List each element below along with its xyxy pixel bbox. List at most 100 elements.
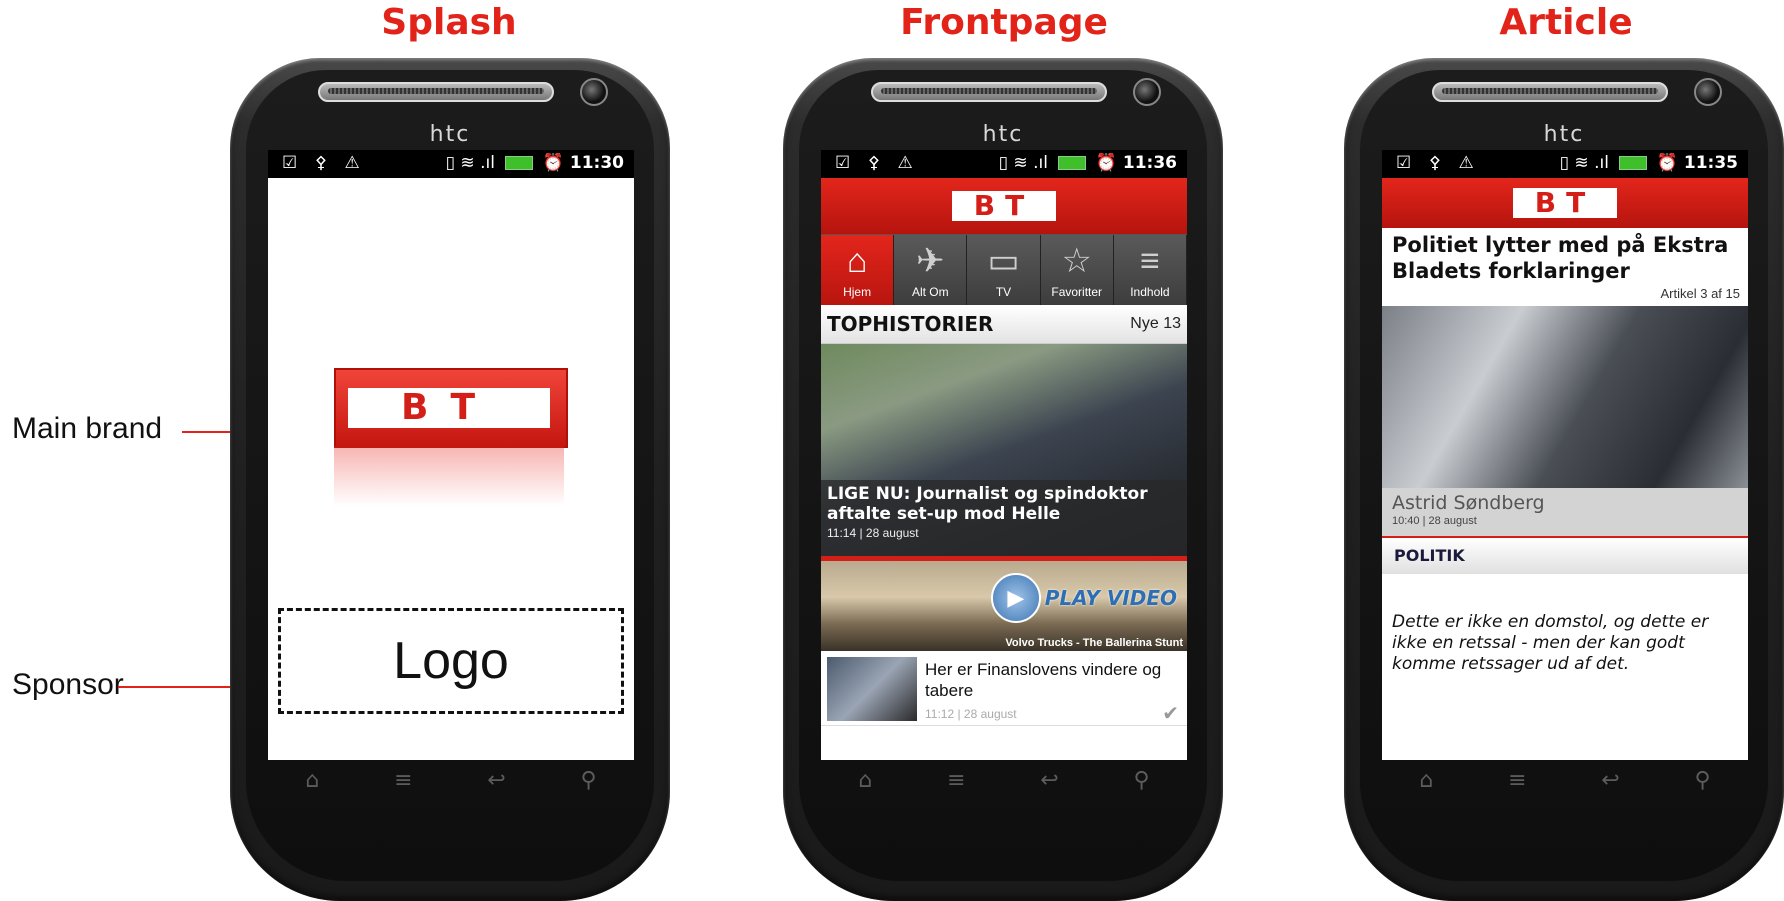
star-icon: ☆ [1061, 242, 1092, 280]
hardware-keys: ⌂ ≡ ↩ ⚲ [1382, 768, 1748, 808]
hero-title: LIGE NU: Journalist og spindoktor aftalt… [827, 484, 1148, 524]
splash-screen: ☑ ⚴ ⚠ ▯ ≋ .ıl ⏰ 11:30 BT Logo [268, 150, 634, 760]
article-screen: ☑ ⚴ ⚠ ▯ ≋ .ıl ⏰ 11:35 BT Politiet lytter… [1382, 150, 1748, 760]
status-clock: 11:30 [569, 153, 624, 173]
status-clock: 11:35 [1683, 153, 1738, 173]
camera-icon [1694, 78, 1722, 106]
search-key-icon[interactable]: ⚲ [580, 768, 596, 808]
menu-key-icon[interactable]: ≡ [1508, 768, 1526, 808]
notification-icons: ☑ ⚴ ⚠ [835, 153, 919, 173]
story-thumbnail [827, 657, 917, 721]
status-right: ▯ ≋ .ıl ⏰ 11:30 [446, 153, 624, 173]
tab-label: Favoritter [1051, 285, 1103, 299]
bt-main-logo: BT [334, 368, 568, 448]
phone-article: htc ☑ ⚴ ⚠ ▯ ≋ .ıl ⏰ 11:35 BT Politiet ly… [1344, 58, 1784, 901]
htc-logo: htc [982, 122, 1024, 147]
status-bar: ☑ ⚴ ⚠ ▯ ≋ .ıl ⏰ 11:36 [821, 150, 1187, 178]
article-byline: Astrid Søndberg 10:40 | 28 august [1382, 488, 1748, 538]
tab-indhold[interactable]: ≡ Indhold [1113, 235, 1187, 305]
sponsor-logo-placeholder: Logo [278, 608, 624, 714]
article-heading: Article [1499, 2, 1633, 43]
status-bar: ☑ ⚴ ⚠ ▯ ≋ .ıl ⏰ 11:30 [268, 150, 634, 178]
signal-icons: ▯ ≋ .ıl [998, 153, 1048, 173]
video-caption: Volvo Trucks - The Ballerina Stunt [1005, 637, 1183, 649]
hardware-keys: ⌂ ≡ ↩ ⚲ [268, 768, 634, 808]
story-timestamp: 11:12 | 28 august [925, 707, 1017, 721]
hero-caption: LIGE NU: Journalist og spindoktor aftalt… [821, 480, 1187, 556]
battery-icon [1618, 156, 1647, 170]
home-key-icon[interactable]: ⌂ [1419, 768, 1433, 808]
app-header: BT [1382, 178, 1748, 228]
play-video-button[interactable]: ▶ PLAY VIDEO [990, 573, 1177, 623]
hero-timestamp: 11:14 | 28 august [827, 526, 919, 540]
satellite-icon: ✈ [916, 242, 945, 280]
home-key-icon[interactable]: ⌂ [858, 768, 872, 808]
logo-reflection [334, 446, 564, 506]
article-counter: Artikel 3 af 15 [1660, 286, 1741, 301]
htc-logo: htc [429, 122, 471, 147]
status-bar: ☑ ⚴ ⚠ ▯ ≋ .ıl ⏰ 11:35 [1382, 150, 1748, 178]
hardware-keys: ⌂ ≡ ↩ ⚲ [821, 768, 1187, 808]
sponsor-logo-text: Logo [393, 632, 509, 690]
bt-logo-text: BT [348, 388, 550, 428]
list-item[interactable]: Her er Finanslovens vindere og tabere 11… [821, 651, 1187, 726]
bt-header-logo[interactable]: BT [1513, 188, 1617, 218]
splash-heading: Splash [381, 2, 517, 43]
frontpage-screen: ☑ ⚴ ⚠ ▯ ≋ .ıl ⏰ 11:36 BT ⌂ Hjem ✈ Alt Om… [821, 150, 1187, 760]
frontpage-heading: Frontpage [900, 2, 1108, 43]
play-icon: ▶ [990, 573, 1041, 623]
phone-splash: htc ☑ ⚴ ⚠ ▯ ≋ .ıl ⏰ 11:30 BT Logo ⌂ ≡ ↩ … [230, 58, 670, 901]
play-video-label: PLAY VIDEO [1044, 586, 1177, 610]
speaker-grille [871, 82, 1107, 102]
main-brand-annotation: Main brand [12, 412, 163, 445]
home-key-icon[interactable]: ⌂ [305, 768, 319, 808]
tab-label: Alt Om [911, 285, 949, 299]
back-key-icon[interactable]: ↩ [1601, 768, 1619, 808]
camera-icon [580, 78, 608, 106]
htc-logo: htc [1543, 122, 1585, 147]
alarm-icon: ⏰ [1095, 153, 1117, 173]
menu-key-icon[interactable]: ≡ [394, 768, 412, 808]
list-icon: ≡ [1139, 242, 1160, 280]
tab-label: TV [995, 285, 1012, 299]
article-lead: Dette er ikke en domstol, og dette er ik… [1392, 612, 1709, 674]
tab-favoritter[interactable]: ☆ Favoritter [1040, 235, 1114, 305]
tab-alt-om[interactable]: ✈ Alt Om [894, 235, 968, 305]
story-title: Her er Finanslovens vindere og tabere [925, 660, 1162, 700]
article-section-label[interactable]: POLITIK [1382, 538, 1748, 574]
home-icon: ⌂ [846, 242, 868, 280]
search-key-icon[interactable]: ⚲ [1133, 768, 1149, 808]
back-key-icon[interactable]: ↩ [487, 768, 505, 808]
phone-frontpage: htc ☑ ⚴ ⚠ ▯ ≋ .ıl ⏰ 11:36 BT ⌂ Hjem ✈ Al… [783, 58, 1223, 901]
notification-icons: ☑ ⚴ ⚠ [1396, 153, 1480, 173]
menu-key-icon[interactable]: ≡ [947, 768, 965, 808]
tab-label: Indhold [1130, 285, 1170, 299]
tv-icon: ▭ [987, 242, 1020, 280]
signal-icons: ▯ ≋ .ıl [445, 153, 495, 173]
back-key-icon[interactable]: ↩ [1040, 768, 1058, 808]
tab-bar: ⌂ Hjem ✈ Alt Om ▭ TV ☆ Favoritter ≡ Indh… [821, 234, 1187, 305]
battery-icon [504, 156, 533, 170]
search-key-icon[interactable]: ⚲ [1694, 768, 1710, 808]
article-timestamp: 10:40 | 28 august [1392, 515, 1477, 527]
status-clock: 11:36 [1122, 153, 1177, 173]
bt-header-logo[interactable]: BT [952, 191, 1056, 221]
section-header: TOPHISTORIER Nye 13 [821, 305, 1187, 344]
article-photo[interactable] [1382, 306, 1748, 488]
battery-icon [1057, 156, 1086, 170]
camera-icon [1133, 78, 1161, 106]
video-banner[interactable]: ▶ PLAY VIDEO Volvo Trucks - The Ballerin… [821, 561, 1187, 651]
section-title: TOPHISTORIER [827, 312, 994, 336]
status-right: ▯ ≋ .ıl ⏰ 11:35 [1560, 153, 1738, 173]
signal-icons: ▯ ≋ .ıl [1559, 153, 1609, 173]
tab-hjem[interactable]: ⌂ Hjem [821, 235, 895, 305]
new-count-badge: Nye 13 [1130, 315, 1181, 332]
status-right: ▯ ≋ .ıl ⏰ 11:36 [999, 153, 1177, 173]
speaker-grille [1432, 82, 1668, 102]
tab-tv[interactable]: ▭ TV [967, 235, 1041, 305]
notification-icons: ☑ ⚴ ⚠ [282, 153, 366, 173]
sponsor-annotation: Sponsor [12, 668, 124, 701]
read-check-icon: ✔ [1162, 701, 1179, 725]
hero-story[interactable]: LIGE NU: Journalist og spindoktor aftalt… [821, 344, 1187, 561]
tab-label: Hjem [843, 285, 872, 299]
